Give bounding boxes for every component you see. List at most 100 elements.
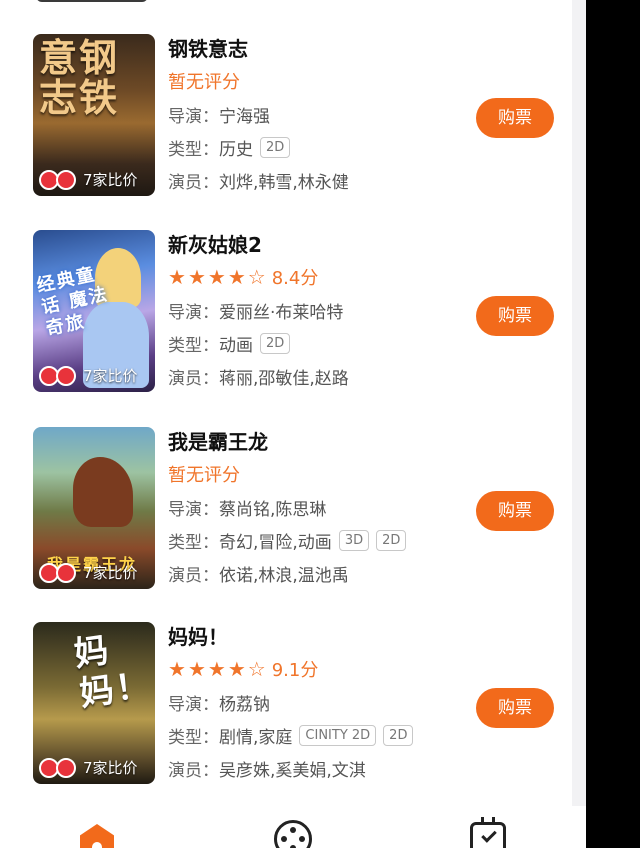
- compare-text: 7家比价: [83, 367, 138, 385]
- maoyan-logo-icon: [39, 169, 79, 190]
- genre-label: 类型：: [168, 533, 219, 553]
- movie-rating: ★ ★ ★ ★ ☆ 9.1分: [168, 652, 468, 686]
- movie-poster[interactable]: 经典童话 魔法奇旅 7家比价: [33, 230, 155, 392]
- maoyan-logo-icon: [39, 365, 79, 386]
- genre-line: 类型： 历史 2D: [168, 131, 468, 164]
- buy-ticket-button[interactable]: 购票: [476, 491, 554, 531]
- genre-line: 类型： 动画 2D: [168, 327, 468, 360]
- movie-info: 我是霸王龙 暂无评分 导演： 蔡尚铭,陈思琳 类型： 奇幻,冒险,动画 3D 2…: [168, 427, 468, 590]
- movie-item[interactable]: 经典童话 魔法奇旅 7家比价 新灰姑娘2 ★ ★ ★ ★ ☆ 8.4分 导演： …: [0, 230, 572, 396]
- movie-rating: 暂无评分: [168, 457, 468, 491]
- price-compare-badge: 7家比价: [39, 169, 138, 190]
- genre-line: 类型： 剧情,家庭 CINITY 2D 2D: [168, 719, 468, 752]
- star-icon: ★: [227, 265, 246, 289]
- movie-info: 钢铁意志 暂无评分 导演： 宁海强 类型： 历史 2D 演员： 刘烨,韩雪,林永…: [168, 34, 468, 197]
- half-star-icon: ☆: [247, 265, 266, 289]
- format-tag: 2D: [376, 530, 407, 551]
- star-rating: ★ ★ ★ ★ ☆: [168, 659, 266, 679]
- tab-orders[interactable]: [470, 814, 510, 848]
- compare-text: 7家比价: [83, 171, 138, 189]
- rating-score: 9.1分: [271, 660, 319, 681]
- movie-item[interactable]: 妈妈！ 7家比价 妈妈！ ★ ★ ★ ★ ☆ 9.1分 导演： 杨荔钠 类型： …: [0, 622, 572, 788]
- format-tag: 2D: [260, 333, 291, 354]
- home-icon: [80, 824, 114, 848]
- cast-value: 吴彦姝,奚美娟,文淇: [219, 761, 366, 781]
- format-tag: 3D: [338, 530, 370, 551]
- calendar-check-icon: [470, 817, 506, 848]
- buy-ticket-button[interactable]: 购票: [476, 296, 554, 336]
- director-label: 导演：: [168, 107, 219, 127]
- rating-text: 暂无评分: [168, 72, 240, 93]
- movie-item[interactable]: 意钢 志铁 7家比价 钢铁意志 暂无评分 导演： 宁海强 类型： 历史 2D 演…: [0, 34, 572, 200]
- half-star-icon: ☆: [247, 657, 266, 681]
- cast-line: 演员： 蒋丽,邵敏佳,赵路: [168, 360, 468, 393]
- star-icon: ★: [187, 657, 206, 681]
- cast-value: 依诺,林浪,温池禹: [219, 566, 349, 586]
- screen: 意钢 志铁 7家比价 钢铁意志 暂无评分 导演： 宁海强 类型： 历史 2D 演…: [0, 0, 586, 848]
- director-line: 导演： 杨荔钠: [168, 686, 468, 719]
- genre-value: 剧情,家庭: [219, 728, 293, 748]
- format-tag: 2D: [383, 725, 414, 746]
- star-icon: ★: [207, 265, 226, 289]
- cast-value: 蒋丽,邵敏佳,赵路: [219, 369, 349, 389]
- buy-ticket-button[interactable]: 购票: [476, 688, 554, 728]
- director-label: 导演：: [168, 500, 219, 520]
- movie-title: 钢铁意志: [168, 37, 248, 61]
- cast-label: 演员：: [168, 566, 219, 586]
- star-icon: ★: [187, 265, 206, 289]
- compare-text: 7家比价: [83, 759, 138, 777]
- format-tag: CINITY 2D: [299, 725, 377, 746]
- star-icon: ★: [168, 265, 186, 289]
- tab-cinema[interactable]: [274, 814, 314, 848]
- movie-rating: 暂无评分: [168, 64, 468, 98]
- cast-label: 演员：: [168, 173, 219, 193]
- movie-item[interactable]: 我是霸王龙 7家比价 我是霸王龙 暂无评分 导演： 蔡尚铭,陈思琳 类型： 奇幻…: [0, 427, 572, 593]
- cast-line: 演员： 吴彦姝,奚美娟,文淇: [168, 752, 468, 785]
- genre-label: 类型：: [168, 728, 219, 748]
- film-reel-icon: [274, 820, 312, 848]
- genre-label: 类型：: [168, 336, 219, 356]
- star-icon: ★: [227, 657, 246, 681]
- director-line: 导演： 蔡尚铭,陈思琳: [168, 491, 468, 524]
- director-value: 蔡尚铭,陈思琳: [219, 500, 327, 520]
- genre-value: 动画: [219, 336, 253, 356]
- poster-lettering: 意钢 志铁: [39, 35, 120, 120]
- movie-info: 妈妈！ ★ ★ ★ ★ ☆ 9.1分 导演： 杨荔钠 类型： 剧情,家庭 CIN…: [168, 622, 468, 785]
- director-value: 宁海强: [219, 107, 270, 127]
- cast-label: 演员：: [168, 761, 219, 781]
- movie-title: 妈妈！: [168, 625, 228, 649]
- movie-poster[interactable]: 意钢 志铁 7家比价: [33, 34, 155, 196]
- genre-label: 类型：: [168, 140, 219, 160]
- movie-rating: ★ ★ ★ ★ ☆ 8.4分: [168, 260, 468, 294]
- director-label: 导演：: [168, 303, 219, 323]
- star-rating: ★ ★ ★ ★ ☆: [168, 267, 266, 287]
- cast-line: 演员： 刘烨,韩雪,林永健: [168, 164, 468, 197]
- format-tag: 2D: [260, 137, 291, 158]
- movie-title: 新灰姑娘2: [168, 233, 262, 257]
- cast-label: 演员：: [168, 369, 219, 389]
- genre-value: 奇幻,冒险,动画: [219, 533, 332, 553]
- movie-title: 我是霸王龙: [168, 430, 268, 454]
- compare-text: 7家比价: [83, 564, 138, 582]
- genre-line: 类型： 奇幻,冒险,动画 3D 2D: [168, 524, 468, 557]
- buy-ticket-button[interactable]: 购票: [476, 98, 554, 138]
- director-label: 导演：: [168, 695, 219, 715]
- genre-value: 历史: [219, 140, 253, 160]
- movie-list: 意钢 志铁 7家比价 钢铁意志 暂无评分 导演： 宁海强 类型： 历史 2D 演…: [0, 0, 572, 806]
- maoyan-logo-icon: [39, 757, 79, 778]
- movie-info: 新灰姑娘2 ★ ★ ★ ★ ☆ 8.4分 导演： 爱丽丝·布莱哈特 类型： 动画…: [168, 230, 468, 393]
- rating-text: 暂无评分: [168, 465, 240, 486]
- tab-home[interactable]: [80, 814, 120, 848]
- maoyan-logo-icon: [39, 562, 79, 583]
- price-compare-badge: 7家比价: [39, 757, 138, 778]
- movie-poster[interactable]: 妈妈！ 7家比价: [33, 622, 155, 784]
- previous-poster-edge: [36, 0, 148, 2]
- cast-line: 演员： 依诺,林浪,温池禹: [168, 557, 468, 590]
- director-value: 杨荔钠: [219, 695, 270, 715]
- bottom-tab-bar: [0, 806, 586, 848]
- star-icon: ★: [168, 657, 186, 681]
- director-line: 导演： 爱丽丝·布莱哈特: [168, 294, 468, 327]
- star-icon: ★: [207, 657, 226, 681]
- price-compare-badge: 7家比价: [39, 365, 138, 386]
- movie-poster[interactable]: 我是霸王龙 7家比价: [33, 427, 155, 589]
